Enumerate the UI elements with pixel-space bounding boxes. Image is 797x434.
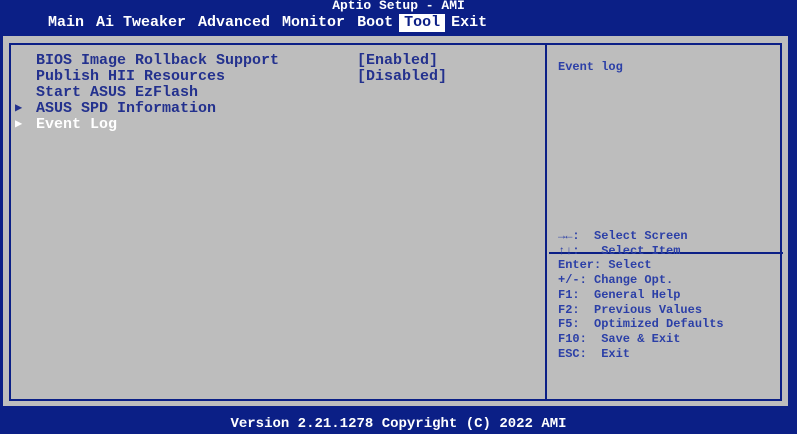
key-hint-save-exit: F10: Save & Exit (558, 331, 681, 346)
key-hint-select-item: ↑↓: Select Item (558, 243, 681, 258)
tab-boot[interactable]: Boot (351, 14, 399, 32)
key-hint-optimized-defaults: F5: Optimized Defaults (558, 317, 724, 332)
key-hint-enter: Enter: Select (558, 258, 652, 273)
tab-tool[interactable]: Tool (399, 14, 446, 32)
tab-main[interactable]: Main (42, 14, 90, 32)
tab-ai-tweaker[interactable]: Ai Tweaker (90, 14, 192, 32)
key-hint-exit: ESC: Exit (558, 346, 631, 361)
triangle-right-icon: ▶ (15, 101, 23, 115)
submenu-label: ASUS SPD Information (36, 100, 217, 117)
panel-divider (545, 43, 547, 401)
menu-bar: Main Ai Tweaker Advanced Monitor Boot To… (0, 12, 797, 34)
key-hint-general-help: F1: General Help (558, 287, 681, 302)
triangle-right-icon: ▶ (15, 117, 23, 131)
key-legend: →←: Select Screen ↑↓: Select Item Enter:… (558, 229, 724, 361)
setting-value[interactable]: [Enabled] (357, 52, 438, 69)
key-hint-change-opt: +/-: Change Opt. (558, 273, 674, 288)
setting-label: Publish HII Resources (36, 68, 226, 85)
version-footer: Version 2.21.1278 Copyright (C) 2022 AMI (0, 414, 797, 434)
tab-advanced[interactable]: Advanced (192, 14, 276, 32)
menu-item-label: Start ASUS EzFlash (36, 84, 199, 101)
tab-monitor[interactable]: Monitor (276, 14, 351, 32)
help-description: Event log (558, 60, 623, 74)
setting-label: BIOS Image Rollback Support (36, 52, 280, 69)
submenu-label: Event Log (36, 116, 118, 133)
setting-value[interactable]: [Disabled] (357, 68, 447, 85)
key-hint-previous-values: F2: Previous Values (558, 302, 703, 317)
key-hint-select-screen: →←: Select Screen (558, 229, 688, 243)
tab-exit[interactable]: Exit (445, 14, 493, 32)
